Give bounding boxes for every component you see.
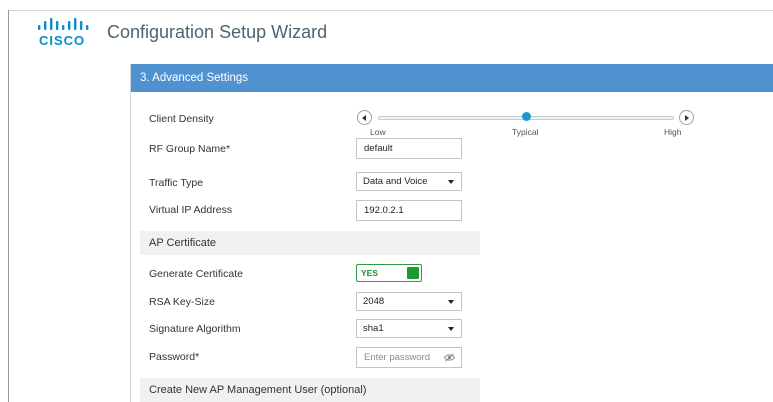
signature-algorithm-label: Signature Algorithm [149, 323, 241, 335]
signature-algorithm-value: sha1 [363, 323, 384, 334]
client-density-slider-thumb[interactable] [521, 112, 531, 121]
rsa-key-size-value: 2048 [363, 296, 385, 307]
eye-icon[interactable] [444, 353, 455, 362]
panel-header: 3. Advanced Settings [131, 64, 773, 92]
chevron-left-icon [362, 115, 366, 121]
ap-management-user-section-title: Create New AP Management User (optional) [140, 378, 480, 402]
caret-down-icon [448, 327, 454, 331]
chevron-right-icon [685, 115, 689, 121]
density-tick-low: Low [370, 127, 386, 137]
cisco-wordmark: CISCO [39, 33, 86, 48]
generate-certificate-toggle[interactable]: YES [356, 264, 422, 282]
traffic-type-select[interactable]: Data and Voice [356, 172, 462, 191]
rf-group-name-label: RF Group Name* [149, 143, 231, 155]
density-tick-typical: Typical [512, 127, 539, 137]
rsa-key-size-label: RSA Key-Size [149, 296, 215, 308]
density-increase-button[interactable] [679, 110, 694, 125]
caret-down-icon [448, 180, 454, 184]
toggle-knob [407, 267, 419, 279]
password-input[interactable]: Enter password [356, 347, 462, 368]
caret-down-icon [448, 300, 454, 304]
rsa-key-size-select[interactable]: 2048 [356, 292, 462, 311]
density-tick-high: High [664, 127, 682, 137]
cisco-bars-icon [38, 18, 89, 30]
signature-algorithm-select[interactable]: sha1 [356, 319, 462, 338]
page-title: Configuration Setup Wizard [107, 22, 328, 42]
traffic-type-value: Data and Voice [363, 176, 428, 187]
toggle-state-text: YES [361, 268, 379, 278]
virtual-ip-label: Virtual IP Address [149, 204, 233, 216]
virtual-ip-input[interactable]: 192.0.2.1 [356, 200, 462, 221]
password-label: Password* [149, 351, 200, 363]
password-placeholder: Enter password [364, 352, 431, 363]
client-density-label: Client Density [149, 113, 214, 125]
cisco-logo: CISCO [36, 18, 92, 50]
ap-certificate-section-title: AP Certificate [140, 231, 480, 255]
window-left-border [8, 10, 9, 402]
traffic-type-label: Traffic Type [149, 177, 204, 189]
window-top-border [8, 10, 773, 11]
density-decrease-button[interactable] [357, 110, 372, 125]
rf-group-name-input[interactable]: default [356, 138, 462, 159]
generate-certificate-label: Generate Certificate [149, 268, 243, 280]
